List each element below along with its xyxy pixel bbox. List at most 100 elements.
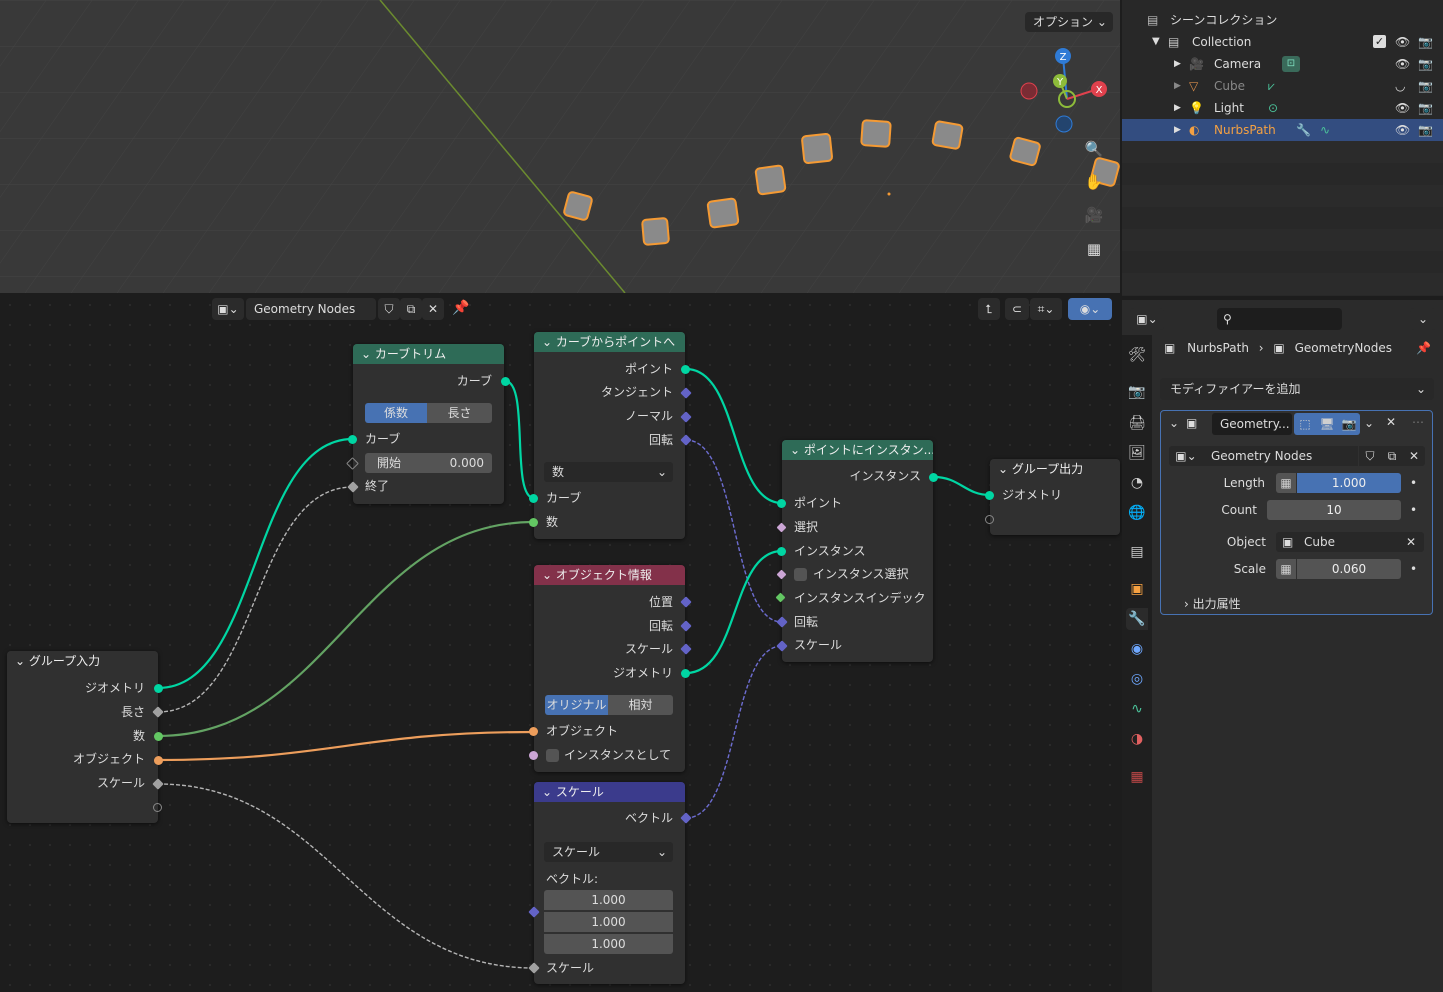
search-input[interactable]: ⚲	[1217, 308, 1342, 330]
material-icon[interactable]: ◑	[1126, 728, 1148, 750]
object-icon[interactable]: ▣	[1126, 578, 1148, 600]
mode-original-button[interactable]: オリジナル	[545, 695, 608, 715]
viewport-options-dropdown[interactable]: オプション ⌄	[1025, 12, 1113, 32]
collapse-chevron-icon[interactable]: ⌄	[1169, 416, 1179, 430]
socket-in[interactable]	[529, 518, 538, 527]
duplicate-icon[interactable]: ⧉	[400, 298, 422, 320]
mode-dropdown[interactable]: 数 ⌄	[544, 462, 673, 482]
eye-closed-icon[interactable]: ◡	[1395, 75, 1405, 97]
close-icon[interactable]: ✕	[422, 298, 444, 320]
collection-icon[interactable]: ▤	[1126, 541, 1148, 563]
overlay-toggle-icon[interactable]: ◉⌄	[1068, 298, 1112, 320]
render-camera-icon[interactable]: 📷	[1418, 75, 1433, 97]
socket-out[interactable]	[153, 803, 162, 812]
expand-arrow-icon[interactable]: ▶	[1174, 97, 1181, 119]
perspective-grid-icon[interactable]: ▦	[1081, 236, 1107, 262]
keyframe-dot-icon[interactable]: •	[1410, 562, 1417, 576]
socket-out[interactable]	[501, 377, 510, 386]
world-icon[interactable]: 🌐	[1126, 502, 1148, 524]
duplicate-icon[interactable]: ⧉	[1381, 446, 1403, 466]
node-group-input[interactable]: ⌄ グループ入力 ジオメトリ 長さ 数 オブジェクト スケール	[7, 651, 158, 823]
mesh-data-icon[interactable]: ⩗	[1268, 75, 1275, 97]
zoom-icon[interactable]: 🔍	[1081, 136, 1107, 162]
attribute-toggle-icon[interactable]: ▦	[1276, 473, 1296, 493]
render-icon[interactable]: 📷	[1126, 381, 1148, 403]
scene-icon[interactable]: ◔	[1126, 472, 1148, 494]
socket-in[interactable]	[529, 727, 538, 736]
expand-arrow-icon[interactable]: ▶	[1174, 75, 1181, 97]
output-attributes-subpanel[interactable]: › 出力属性	[1184, 595, 1241, 612]
node-group-output[interactable]: ⌄ グループ出力 ジオメトリ	[990, 459, 1120, 535]
socket-in[interactable]	[529, 751, 538, 760]
outliner-item-nurbspath[interactable]: ▶ ◐ NurbsPath 🔧 ∿ 👁 📷	[1122, 119, 1443, 141]
vector-x-field[interactable]: 1.000	[544, 890, 673, 910]
socket-in[interactable]	[529, 494, 538, 503]
expand-arrow-icon[interactable]: ▶	[1174, 53, 1181, 75]
render-camera-icon[interactable]: 📷	[1418, 119, 1433, 141]
node-header[interactable]: ⌄ ポイントにインスタン...	[782, 440, 933, 460]
node-header[interactable]: ⌄ カーブからポイントへ	[534, 332, 685, 352]
render-camera-icon[interactable]: 📷	[1338, 413, 1360, 435]
camera-view-icon[interactable]: 🎥	[1081, 202, 1107, 228]
vector-z-field[interactable]: 1.000	[544, 934, 673, 954]
curve-data-icon[interactable]: ∿	[1320, 119, 1330, 141]
3d-viewport[interactable]: Z Y X オプション ⌄ 🔍 ✋ 🎥 ▦	[0, 0, 1120, 293]
socket-out[interactable]	[154, 756, 163, 765]
mode-length-button[interactable]: 長さ	[427, 403, 492, 423]
pick-instance-checkbox[interactable]	[794, 568, 807, 581]
properties-editor[interactable]	[1122, 300, 1443, 992]
checkbox-icon[interactable]: ✓	[1373, 35, 1386, 48]
camera-data-icon[interactable]: ⊡	[1282, 56, 1300, 72]
socket-in[interactable]	[348, 435, 357, 444]
options-dropdown[interactable]: ⌄	[1410, 308, 1436, 330]
fake-user-shield-icon[interactable]: ⛉	[1359, 446, 1381, 466]
socket-out[interactable]	[681, 365, 690, 374]
node-instance-on-points[interactable]: ⌄ ポイントにインスタン... インスタンス ポイント 選択 インスタンス イン…	[782, 440, 933, 662]
socket-out[interactable]	[929, 473, 938, 482]
render-camera-icon[interactable]: 📷	[1418, 31, 1433, 53]
node-group-browse-dropdown[interactable]: ▣⌄	[1169, 446, 1203, 466]
snap-mode-icon[interactable]: ⌗⌄	[1030, 298, 1062, 320]
output-icon[interactable]: 🖨	[1126, 412, 1148, 434]
node-curve-to-points[interactable]: ⌄ カーブからポイントへ ポイント タンジェント ノーマル 回転 数 ⌄ カーブ …	[534, 332, 685, 539]
node-object-info[interactable]: ⌄ オブジェクト情報 位置 回転 スケール ジオメトリ オリジナル 相対 オブジ…	[534, 565, 685, 772]
mode-relative-button[interactable]: 相対	[608, 695, 673, 715]
socket-in[interactable]	[777, 547, 786, 556]
outliner-item-cube[interactable]: ▶ ▽ Cube ⩗ ◡ 📷	[1122, 75, 1443, 97]
tool-icon[interactable]: 🛠	[1126, 344, 1148, 366]
parent-node-tree-icon[interactable]: ⮤	[978, 298, 1000, 320]
modifier-wrench-icon[interactable]: 🔧	[1126, 608, 1148, 630]
start-field[interactable]: 開始 0.000	[365, 453, 492, 473]
eye-icon[interactable]: 👁	[1395, 31, 1410, 53]
viewport-display-icon[interactable]: 🖥	[1316, 413, 1338, 435]
eye-icon[interactable]: 👁	[1395, 119, 1410, 141]
outliner-scene-collection[interactable]: ▤ シーンコレクション	[1122, 9, 1443, 31]
node-group-field[interactable]: Geometry Nodes	[1203, 446, 1358, 466]
snap-icon[interactable]: ⊂	[1005, 298, 1029, 320]
render-camera-icon[interactable]: 📷	[1418, 53, 1433, 75]
attribute-toggle-icon[interactable]: ▦	[1276, 559, 1296, 579]
light-data-icon[interactable]: ⊙	[1268, 97, 1278, 119]
operation-dropdown[interactable]: スケール ⌄	[544, 842, 673, 862]
outliner-item-collection[interactable]: ▼ ▤ Collection ✓ 👁 📷	[1122, 31, 1443, 53]
expand-arrow-icon[interactable]: ▶	[1174, 119, 1181, 141]
close-icon[interactable]: ✕	[1403, 446, 1425, 466]
node-header[interactable]: ⌄ スケール	[534, 782, 685, 802]
mode-factor-button[interactable]: 係数	[365, 403, 427, 423]
particles-icon[interactable]: ◉	[1126, 638, 1148, 660]
node-header[interactable]: ⌄ オブジェクト情報	[534, 565, 685, 585]
wrench-modifier-icon[interactable]: 🔧	[1296, 119, 1311, 141]
fake-user-shield-icon[interactable]: ⛉	[378, 298, 400, 320]
socket-out[interactable]	[681, 669, 690, 678]
eye-icon[interactable]: 👁	[1395, 53, 1410, 75]
curve-data-icon[interactable]: ∿	[1126, 698, 1148, 720]
hand-pan-icon[interactable]: ✋	[1081, 169, 1107, 195]
modifier-name-field[interactable]: Geometry...	[1212, 413, 1292, 435]
node-vector-scale[interactable]: ⌄ スケール ベクトル スケール ⌄ ベクトル: 1.000 1.000 1.00…	[534, 782, 685, 984]
close-icon[interactable]: ✕	[1386, 415, 1396, 429]
node-curve-trim[interactable]: ⌄ カーブトリム カーブ 係数 長さ カーブ 開始 0.000 終了	[353, 344, 504, 504]
texture-icon[interactable]: ▦	[1126, 766, 1148, 788]
vector-y-field[interactable]: 1.000	[544, 912, 673, 932]
close-icon[interactable]: ✕	[1406, 532, 1416, 552]
keyframe-dot-icon[interactable]: •	[1410, 503, 1417, 517]
